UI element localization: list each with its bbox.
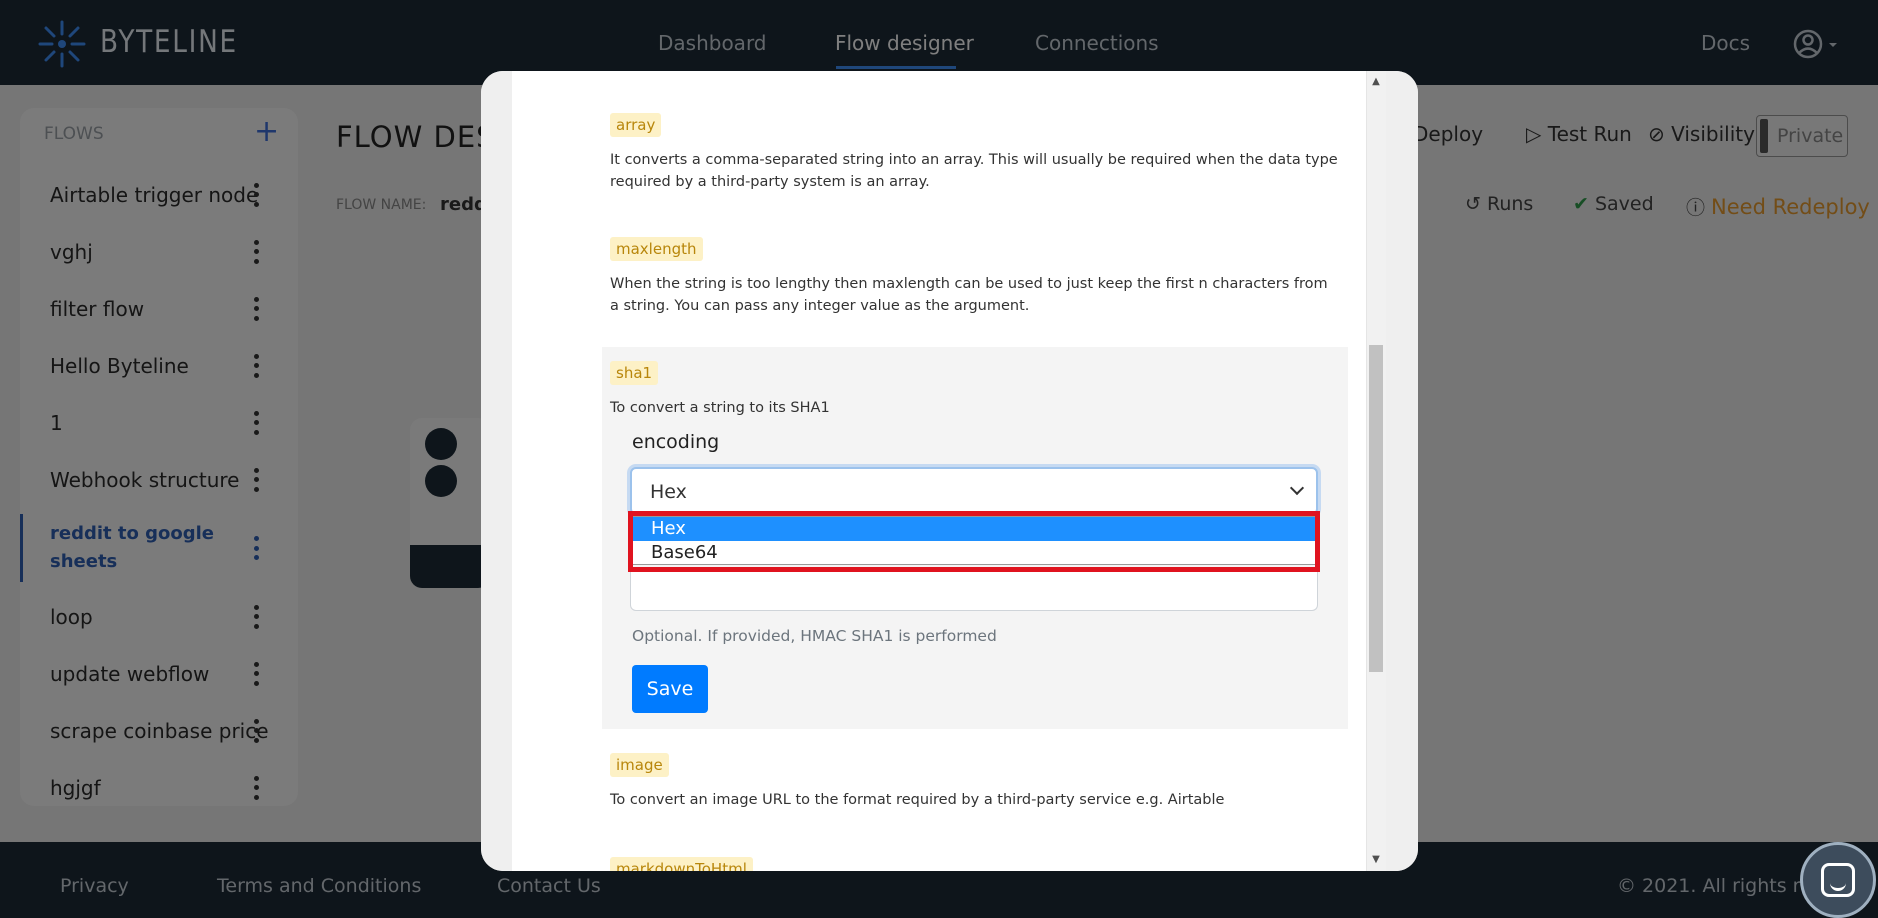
scrollbar-thumb[interactable] [1369, 345, 1383, 672]
function-description: To convert a string to its SHA1 [610, 400, 830, 416]
chat-icon [1821, 863, 1855, 897]
key-input[interactable] [630, 571, 1318, 611]
modal-left-gutter [481, 71, 512, 871]
function-tag: maxlength [610, 237, 703, 261]
function-tag: markdownToHtml [610, 857, 753, 871]
chevron-down-icon [1289, 480, 1305, 496]
scroll-up-arrow-icon[interactable]: ▲ [1369, 75, 1383, 89]
function-description: To convert an image URL to the format re… [610, 792, 1225, 808]
function-tag: array [610, 113, 662, 137]
function-tag: sha1 [610, 361, 659, 385]
function-description: When the string is too lengthy then maxl… [610, 276, 1328, 314]
highlight-annotation [628, 511, 1320, 572]
function-tag: image [610, 753, 669, 777]
scroll-down-arrow-icon[interactable]: ▼ [1369, 853, 1383, 867]
encoding-label: encoding [632, 431, 720, 453]
functions-modal: ▲ ▼ array It converts a comma-separated … [481, 71, 1418, 871]
save-button[interactable]: Save [632, 665, 708, 713]
chat-widget-button[interactable] [1800, 842, 1876, 918]
encoding-selected-value: Hex [650, 481, 687, 503]
modal-right-gutter [1386, 71, 1418, 871]
function-sha1-panel: sha1 To convert a string to its SHA1 enc… [602, 347, 1348, 729]
function-description: It converts a comma-separated string int… [610, 152, 1338, 190]
key-help-text: Optional. If provided, HMAC SHA1 is perf… [632, 627, 997, 645]
encoding-select[interactable]: Hex [630, 467, 1318, 515]
